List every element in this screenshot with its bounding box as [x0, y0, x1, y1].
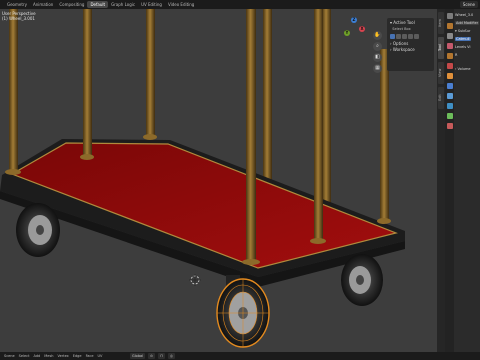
view-layer-icon[interactable]: [446, 43, 453, 49]
scene-props-icon[interactable]: [446, 53, 453, 59]
levels-viewport-field[interactable]: Levels Vi: [455, 43, 480, 51]
menu-add[interactable]: Add: [33, 354, 40, 358]
viewport-info: User Perspective (1) Wheel_3.001: [2, 11, 36, 21]
tool-settings-panel: ▾ Active Tool Select Box › Options › Wor…: [387, 18, 434, 71]
tab-default[interactable]: Default: [87, 1, 109, 8]
subdivision-type-toggle[interactable]: Catmull: [455, 35, 480, 43]
add-modifier-button[interactable]: Add Modifier: [455, 19, 480, 27]
tab-compositing[interactable]: Compositing: [56, 1, 87, 8]
tab-video-editing[interactable]: Video Editing: [165, 1, 197, 8]
physics-icon[interactable]: [446, 103, 453, 109]
render-props-icon[interactable]: [446, 23, 453, 29]
pole-back-left[interactable]: [146, 9, 155, 137]
world-props-icon[interactable]: [446, 63, 453, 69]
gizmo-z-axis[interactable]: Z: [351, 17, 357, 23]
proportional-edit-icon[interactable]: ◎: [167, 353, 175, 359]
select-new-icon[interactable]: [390, 34, 395, 39]
tab-item[interactable]: Item: [438, 12, 444, 34]
workspace-header[interactable]: › Workspace: [390, 47, 431, 53]
select-extend-icon[interactable]: [396, 34, 401, 39]
pole-foot: [377, 218, 391, 224]
3d-cursor[interactable]: [189, 274, 201, 286]
tab-view[interactable]: View: [438, 62, 444, 84]
pole-foot: [5, 169, 21, 175]
navigation-gizmo[interactable]: Z X Y: [343, 17, 365, 39]
transform-controls: Global ⊙ ⊓ ◎: [130, 353, 175, 359]
render-levels-field[interactable]: R: [455, 51, 480, 59]
transform-orientation-select[interactable]: Global: [130, 353, 146, 359]
snap-icon[interactable]: ⊓: [158, 353, 165, 359]
modifier-panel: Wheel_3.0 Add Modifier ▾ SubSur Catmull …: [455, 11, 480, 73]
select-subtract-icon[interactable]: [402, 34, 407, 39]
menu-select[interactable]: Select: [19, 354, 30, 358]
viewport-nav-buttons: ✋ ⌕ ◧ ▦: [373, 31, 382, 73]
wheel-left[interactable]: [16, 203, 60, 257]
blender-window: Geometry Animation Compositing Default G…: [0, 0, 480, 360]
hand-icon[interactable]: ✋: [373, 31, 382, 40]
sidebar-tabs: Item Tool View Edit: [437, 9, 445, 352]
material-icon[interactable]: [446, 123, 453, 129]
pole-foot: [143, 134, 157, 140]
select-box-label: Select Box: [392, 27, 411, 31]
pole-mid-right[interactable]: [314, 9, 323, 241]
subsurf-modifier-header[interactable]: ▾ SubSur: [455, 27, 480, 35]
object-props-icon[interactable]: [446, 73, 453, 79]
menu-edge[interactable]: Edge: [73, 354, 82, 358]
mesh-data-icon[interactable]: [446, 113, 453, 119]
tool-props-icon[interactable]: [446, 13, 453, 19]
properties-tab-column: [445, 9, 454, 352]
pole-foot: [310, 238, 326, 244]
grid-icon[interactable]: ▦: [373, 64, 382, 73]
wheel-right[interactable]: [341, 254, 383, 306]
tab-graph-logic[interactable]: Graph Logic: [108, 1, 138, 8]
pole-front-right[interactable]: [246, 9, 256, 262]
menu-vertex[interactable]: Vertex: [57, 354, 68, 358]
output-props-icon[interactable]: [446, 33, 453, 39]
menu-face[interactable]: Face: [86, 354, 94, 358]
gizmo-y-axis[interactable]: Y: [344, 30, 350, 36]
particles-icon[interactable]: [446, 93, 453, 99]
tab-edit[interactable]: Edit: [438, 87, 444, 109]
object-name: (1) Wheel_3.001: [2, 16, 35, 21]
modifier-props-icon[interactable]: [446, 83, 453, 89]
properties-editor: Wheel_3.0 Add Modifier ▾ SubSur Catmull …: [445, 9, 480, 352]
menu-uv[interactable]: UV: [97, 354, 102, 358]
scene-selector-group: Scene: [459, 1, 478, 8]
tab-animation[interactable]: Animation: [30, 1, 56, 8]
gizmo-x-axis[interactable]: X: [359, 26, 365, 32]
tab-uv-editing[interactable]: UV Editing: [138, 1, 165, 8]
tab-tool[interactable]: Tool: [438, 37, 444, 59]
select-mode-buttons: [390, 34, 431, 39]
pole-front-left[interactable]: [9, 9, 18, 172]
menu-view[interactable]: Scene: [4, 354, 15, 358]
volume-panel-header[interactable]: › Volume: [455, 65, 480, 73]
pivot-icon[interactable]: ⊙: [148, 353, 156, 359]
zoom-icon[interactable]: ⌕: [373, 42, 382, 51]
object-name-field[interactable]: Wheel_3.0: [455, 11, 480, 19]
workspace-tab-bar: Geometry Animation Compositing Default G…: [0, 0, 480, 9]
pole-foot: [80, 154, 94, 160]
select-intersect-icon[interactable]: [414, 34, 419, 39]
tab-geometry[interactable]: Geometry: [4, 1, 30, 8]
viewport-header-bar: Scene Select Add Mesh Vertex Edge Face U…: [0, 352, 480, 360]
pole-foot: [242, 259, 260, 265]
scene-render[interactable]: [0, 9, 437, 352]
pole-edge-right[interactable]: [380, 49, 389, 221]
3d-viewport[interactable]: User Perspective (1) Wheel_3.001 Z X Y ✋…: [0, 9, 437, 352]
scene-selector[interactable]: Scene: [459, 1, 478, 8]
select-invert-icon[interactable]: [408, 34, 413, 39]
menu-mesh[interactable]: Mesh: [44, 354, 53, 358]
pole-mid-left[interactable]: [83, 9, 92, 157]
camera-icon[interactable]: ◧: [373, 53, 382, 62]
